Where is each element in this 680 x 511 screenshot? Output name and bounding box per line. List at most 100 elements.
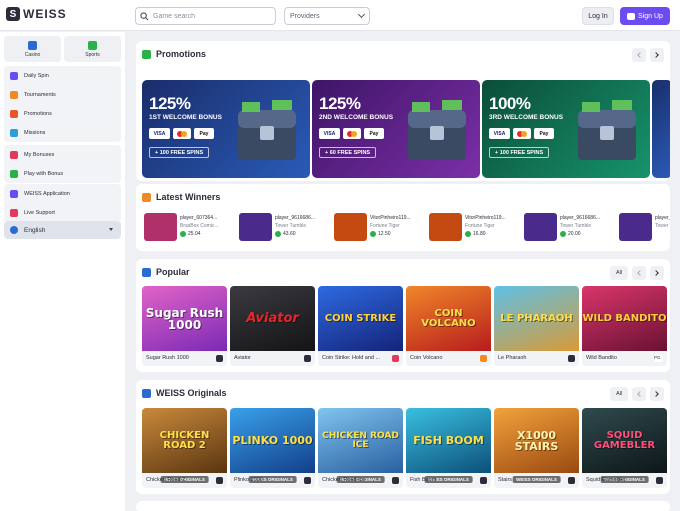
carousel-next-button[interactable] bbox=[650, 387, 664, 401]
bonus-icon bbox=[10, 150, 18, 159]
winner-game: Tower Tumble bbox=[275, 223, 307, 229]
winner-player: VitorPinheiro119... bbox=[465, 215, 506, 221]
game-thumbnail bbox=[429, 213, 462, 241]
sidebar-item-weiss-application[interactable]: WEISS Application bbox=[4, 184, 121, 203]
language-label: English bbox=[24, 226, 46, 234]
grid-icon bbox=[142, 388, 151, 398]
phone-icon bbox=[10, 189, 18, 198]
chevron-right-icon bbox=[653, 391, 659, 397]
login-button[interactable]: Log In bbox=[582, 7, 614, 25]
language-selector[interactable]: English bbox=[4, 221, 121, 239]
sidebar-item-tournaments[interactable]: Tournaments bbox=[4, 85, 121, 104]
category-casino[interactable]: Casino bbox=[4, 36, 61, 62]
game-tile[interactable]: COIN VOLCANO Coin Volcano bbox=[406, 286, 491, 366]
provider-icon bbox=[480, 477, 487, 484]
winner-player: player_9616686... bbox=[560, 215, 601, 221]
winner-amount: 20.00 bbox=[568, 231, 581, 237]
chat-icon bbox=[10, 208, 18, 217]
game-name: Squid Gamebler bbox=[586, 477, 626, 483]
promo-card-partial[interactable] bbox=[652, 80, 670, 178]
sidebar-item-live-support[interactable]: Live Support bbox=[4, 203, 121, 222]
game-name: Wild Bandito bbox=[586, 355, 617, 361]
game-tile[interactable]: FISH BOOM WEISS ORIGINALS Fish Boom bbox=[406, 408, 491, 488]
game-art: SQUID GAMEBLER bbox=[582, 408, 667, 473]
winner-card[interactable]: player_607364... BrasBox Comic... 25.04 bbox=[144, 213, 234, 243]
chevron-left-icon bbox=[637, 270, 643, 276]
sidebar-item-label: Tournaments bbox=[24, 91, 56, 98]
search-icon bbox=[140, 11, 149, 20]
game-tile[interactable]: PLINKO 1000 WEISS ORIGINALS Plinko 1000 bbox=[230, 408, 315, 488]
game-tile[interactable]: CHICKEN ROAD 2 WEISS ORIGINALS Chicken R… bbox=[142, 408, 227, 488]
game-tile[interactable]: SQUID GAMEBLER WEISS ORIGINALS Squid Gam… bbox=[582, 408, 667, 488]
sidebar-item-label: Promotions bbox=[24, 110, 52, 117]
category-label: Casino bbox=[24, 51, 41, 58]
game-tile[interactable]: LE PHARAOH Le Pharaoh bbox=[494, 286, 579, 366]
promo-card[interactable]: 100% 3RD WELCOME BONUS VISA Pay + 100 FR… bbox=[482, 80, 650, 178]
providers-label: Providers bbox=[290, 12, 320, 20]
logo-text: WEISS bbox=[23, 7, 67, 21]
promo-card[interactable]: 125% 1ST WELCOME BONUS VISA Pay + 100 FR… bbox=[142, 80, 310, 178]
trophy-icon bbox=[142, 192, 151, 202]
provider-icon: PG bbox=[654, 355, 663, 362]
view-all-button[interactable]: All bbox=[610, 387, 628, 401]
weiss-originals-section: WEISS Originals All CHICKEN ROAD 2 WEISS… bbox=[136, 380, 670, 494]
winner-card[interactable]: VitorPinheiro119... Fortune Tiger 16.80 bbox=[429, 213, 519, 243]
providers-dropdown[interactable]: Providers bbox=[284, 7, 370, 25]
carousel-prev-button[interactable] bbox=[632, 266, 646, 280]
game-name: Plinko 1000 bbox=[234, 477, 263, 483]
game-tile[interactable]: X1000 STAIRS WEISS ORIGINALS Stairs bbox=[494, 408, 579, 488]
game-search[interactable] bbox=[135, 7, 276, 25]
treasure-chest-icon bbox=[578, 100, 636, 160]
search-input[interactable] bbox=[153, 12, 263, 20]
game-art: WILD BANDITO bbox=[582, 286, 667, 351]
provider-icon bbox=[656, 477, 663, 484]
sidebar-item-daily-spin[interactable]: Daily Spin bbox=[4, 66, 121, 85]
casino-icon bbox=[28, 40, 37, 50]
mastercard-icon bbox=[513, 128, 531, 139]
game-tile[interactable]: Sugar Rush 1000 Sugar Rush 1000 bbox=[142, 286, 227, 366]
promo-card[interactable]: 125% 2ND WELCOME BONUS VISA Pay + 60 FRE… bbox=[312, 80, 480, 178]
coin-icon bbox=[275, 231, 281, 237]
grid-icon bbox=[142, 267, 151, 277]
sidebar-group-support: WEISS Application Live Support bbox=[4, 184, 121, 222]
provider-icon bbox=[392, 477, 399, 484]
game-thumbnail bbox=[524, 213, 557, 241]
carousel-prev-button[interactable] bbox=[632, 48, 646, 62]
carousel-next-button[interactable] bbox=[650, 48, 664, 62]
sidebar-item-promotions[interactable]: Promotions bbox=[4, 104, 121, 123]
section-header: Latest Winners bbox=[142, 192, 220, 202]
game-tile[interactable]: COIN STRIKE Coin Strike: Hold and ... bbox=[318, 286, 403, 366]
winner-amount: 43.60 bbox=[283, 231, 296, 237]
winner-card[interactable]: player_9616686... Tower Tumble bbox=[619, 213, 670, 243]
game-tile[interactable]: WILD BANDITO Wild Bandito PG bbox=[582, 286, 667, 366]
caret-down-icon bbox=[109, 228, 113, 231]
sidebar-item-my-bonuses[interactable]: My Bonuses bbox=[4, 145, 121, 164]
brand-logo[interactable]: S WEISS bbox=[6, 7, 67, 21]
game-art: COIN STRIKE bbox=[318, 286, 403, 351]
winner-card[interactable]: player_9616686... Tower Tumble 20.00 bbox=[524, 213, 614, 243]
sidebar-item-label: Live Support bbox=[24, 209, 55, 216]
game-name: Chicken Road 2 bbox=[146, 477, 186, 483]
signup-button[interactable]: Sign Up bbox=[620, 7, 670, 25]
section-title: Popular bbox=[156, 267, 190, 277]
chevron-right-icon bbox=[653, 270, 659, 276]
view-all-button[interactable]: All bbox=[610, 266, 628, 280]
sidebar-item-play-with-bonus[interactable]: Play with Bonus bbox=[4, 164, 121, 183]
winner-card[interactable]: VitorPinheiro119... Fortune Tiger 12.50 bbox=[334, 213, 424, 243]
game-name: Fish Boom bbox=[410, 477, 437, 483]
category-sports[interactable]: Sports bbox=[64, 36, 121, 62]
section-title: Promotions bbox=[156, 49, 207, 59]
provider-icon bbox=[568, 477, 575, 484]
sports-icon bbox=[88, 40, 97, 50]
coin-icon bbox=[370, 231, 376, 237]
provider-icon bbox=[480, 355, 487, 362]
section-title: Latest Winners bbox=[156, 192, 221, 202]
game-tile[interactable]: CHICKEN ROAD ICE WEISS ORIGINALS Chicken… bbox=[318, 408, 403, 488]
carousel-next-button[interactable] bbox=[650, 266, 664, 280]
game-tile[interactable]: Aviator Aviator bbox=[230, 286, 315, 366]
winner-card[interactable]: player_9616686... Tower Tumble 43.60 bbox=[239, 213, 329, 243]
sidebar-item-missions[interactable]: Missions bbox=[4, 123, 121, 142]
carousel-prev-button[interactable] bbox=[632, 387, 646, 401]
game-name: Aviator bbox=[234, 355, 252, 361]
promo-percent: 100% bbox=[489, 94, 531, 113]
